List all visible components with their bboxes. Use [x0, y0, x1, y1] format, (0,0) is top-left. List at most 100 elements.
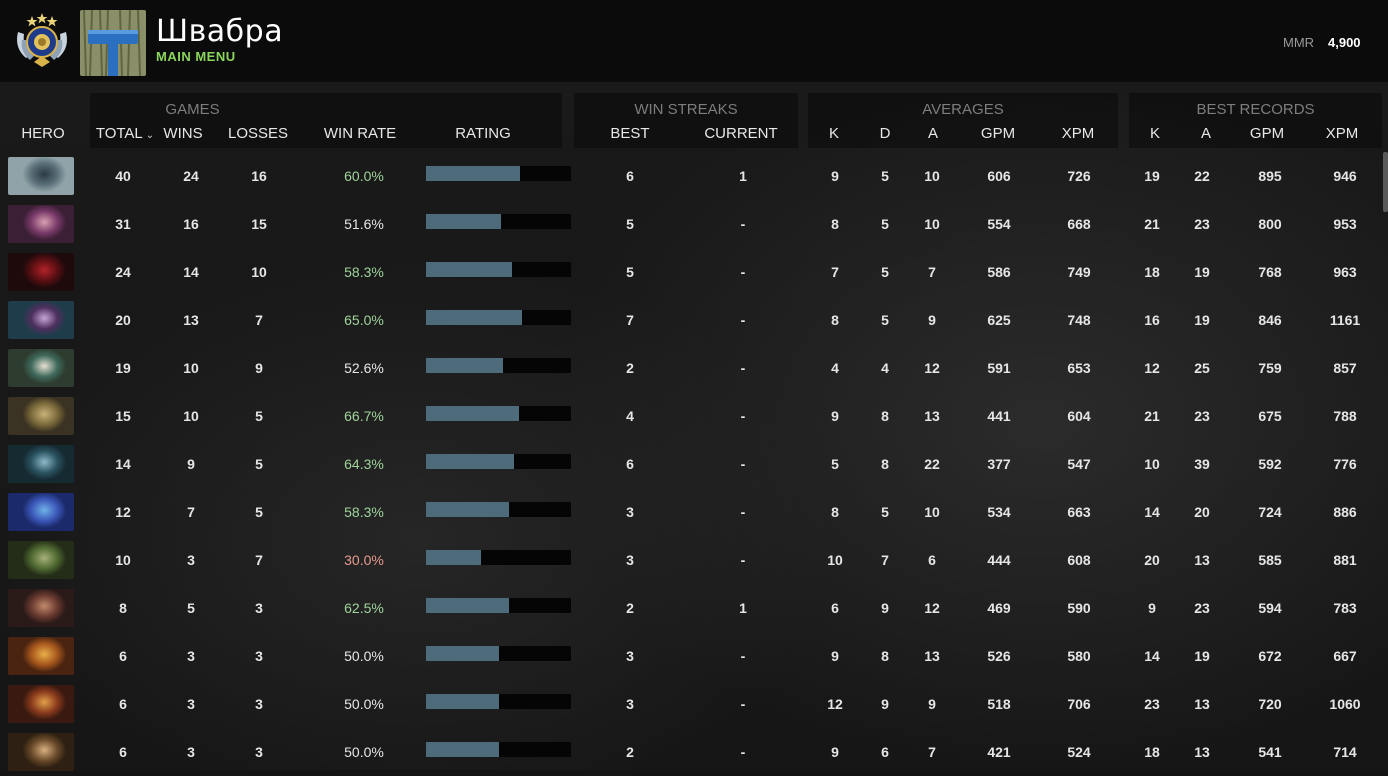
mop-avatar-icon[interactable] — [80, 10, 146, 76]
cell-current: - — [740, 408, 746, 424]
rating-bar-fill — [426, 358, 503, 373]
cell-avg-k: 8 — [831, 216, 839, 232]
cell-avg-xpm: 726 — [1067, 168, 1091, 184]
col-avg-a[interactable]: A — [928, 125, 938, 142]
cell-avg-k: 7 — [831, 264, 839, 280]
cell-rec-gpm: 800 — [1258, 216, 1282, 232]
cell-win-rate: 50.0% — [344, 744, 384, 760]
hero-portrait-7-icon[interactable] — [8, 445, 74, 483]
cell-total: 8 — [119, 600, 127, 616]
cell-win-rate: 30.0% — [344, 552, 384, 568]
cell-rec-xpm: 886 — [1333, 504, 1357, 520]
table-row[interactable]: 15 10 5 66.7% 4 - 9 8 13 441 604 21 23 675 788 — [0, 392, 1380, 440]
cell-rec-gpm: 895 — [1258, 168, 1282, 184]
hero-portrait-1-icon[interactable] — [8, 157, 74, 195]
col-avg-a-label: A — [927, 125, 939, 142]
cell-best: 3 — [626, 696, 634, 712]
col-wins[interactable]: WINS — [163, 125, 202, 142]
cell-avg-a: 12 — [924, 360, 940, 376]
cell-current: - — [740, 504, 746, 520]
hero-portrait-8-icon[interactable] — [8, 493, 74, 531]
cell-rec-xpm: 881 — [1333, 552, 1357, 568]
cell-avg-xpm: 706 — [1067, 696, 1091, 712]
cell-win-rate: 66.7% — [344, 408, 384, 424]
hero-portrait-12-icon[interactable] — [8, 685, 74, 723]
cell-total: 19 — [115, 360, 131, 376]
table-row[interactable]: 8 5 3 62.5% 2 1 6 9 12 469 590 9 23 594 783 — [0, 584, 1380, 632]
cell-current: - — [740, 696, 746, 712]
cell-avg-d: 5 — [881, 264, 889, 280]
hero-portrait-10-icon[interactable] — [8, 589, 74, 627]
cell-avg-d: 5 — [881, 312, 889, 328]
hero-portrait-13-icon[interactable] — [8, 733, 74, 771]
col-total-label: TOTAL — [95, 125, 143, 142]
col-total[interactable]: TOTAL ⌄ — [96, 125, 154, 142]
cell-win-rate: 62.5% — [344, 600, 384, 616]
col-avg-d[interactable]: D — [880, 125, 891, 142]
hero-portrait-2-icon[interactable] — [8, 205, 74, 243]
col-current-streak[interactable]: CURRENT — [704, 125, 777, 142]
cell-wins: 3 — [187, 552, 195, 568]
cell-rec-k: 21 — [1144, 408, 1160, 424]
cell-avg-xpm: 668 — [1067, 216, 1091, 232]
cell-rec-k: 19 — [1144, 168, 1160, 184]
cell-rec-xpm: 953 — [1333, 216, 1357, 232]
cell-current: - — [740, 744, 746, 760]
hero-portrait-11-icon[interactable] — [8, 637, 74, 675]
top-bar: Швабра MAIN MENU MMR 4,900 — [0, 0, 1388, 82]
col-avg-xpm[interactable]: XPM — [1062, 125, 1095, 142]
cell-rec-gpm: 541 — [1258, 744, 1282, 760]
cell-losses: 3 — [255, 600, 263, 616]
table-row[interactable]: 31 16 15 51.6% 5 - 8 5 10 554 668 21 23 800 953 — [0, 200, 1380, 248]
col-rating[interactable]: RATING — [455, 125, 511, 142]
col-avg-gpm[interactable]: GPM — [981, 125, 1015, 142]
col-best-streak[interactable]: BEST — [610, 125, 649, 142]
table-row[interactable]: 12 7 5 58.3% 3 - 8 5 10 534 663 14 20 724 886 — [0, 488, 1380, 536]
cell-avg-a: 13 — [924, 408, 940, 424]
hero-portrait-5-icon[interactable] — [8, 349, 74, 387]
sort-desc-icon: ⌄ — [145, 130, 155, 141]
cell-best: 6 — [626, 168, 634, 184]
table-row[interactable]: 24 14 10 58.3% 5 - 7 5 7 586 749 18 19 768 963 — [0, 248, 1380, 296]
table-row[interactable]: 20 13 7 65.0% 7 - 8 5 9 625 748 16 19 846 1161 — [0, 296, 1380, 344]
cell-rec-gpm: 724 — [1258, 504, 1282, 520]
hero-portrait-9-icon[interactable] — [8, 541, 74, 579]
cell-rec-k: 10 — [1144, 456, 1160, 472]
cell-rec-gpm: 592 — [1258, 456, 1282, 472]
table-row[interactable]: 6 3 3 50.0% 3 - 9 8 13 526 580 14 19 672 667 — [0, 632, 1380, 680]
hero-portrait-6-icon[interactable] — [8, 397, 74, 435]
cell-avg-xpm: 653 — [1067, 360, 1091, 376]
table-row[interactable]: 14 9 5 64.3% 6 - 5 8 22 377 547 10 39 592 776 — [0, 440, 1380, 488]
col-losses[interactable]: LOSSES — [228, 125, 288, 142]
hero-portrait-4-icon[interactable] — [8, 301, 74, 339]
rank-medal-icon — [12, 10, 72, 68]
rating-bar — [426, 214, 571, 229]
cell-rec-k: 12 — [1144, 360, 1160, 376]
cell-avg-k: 9 — [831, 744, 839, 760]
col-avg-d-label: D — [879, 125, 891, 142]
table-row[interactable]: 40 24 16 60.0% 6 1 9 5 10 606 726 19 22 895 946 — [0, 152, 1380, 200]
col-rec-a[interactable]: A — [1201, 125, 1211, 142]
scrollbar-thumb[interactable] — [1383, 152, 1388, 212]
col-rec-gpm[interactable]: GPM — [1250, 125, 1284, 142]
col-rec-k[interactable]: K — [1150, 125, 1160, 142]
col-rec-xpm[interactable]: XPM — [1326, 125, 1359, 142]
table-row[interactable]: 10 3 7 30.0% 3 - 10 7 6 444 608 20 13 585 881 — [0, 536, 1380, 584]
cell-avg-d: 4 — [881, 360, 889, 376]
table-row[interactable]: 6 3 3 50.0% 2 - 9 6 7 421 524 18 13 541 714 — [0, 728, 1380, 776]
cell-rec-gpm: 768 — [1258, 264, 1282, 280]
table-row[interactable]: 6 3 3 50.0% 3 - 12 9 9 518 706 23 13 720 1060 — [0, 680, 1380, 728]
cell-avg-gpm: 518 — [987, 696, 1011, 712]
cell-losses: 15 — [251, 216, 267, 232]
cell-rec-xpm: 946 — [1333, 168, 1357, 184]
table-row[interactable]: 19 10 9 52.6% 2 - 4 4 12 591 653 12 25 759 857 — [0, 344, 1380, 392]
cell-avg-d: 5 — [881, 216, 889, 232]
rating-bar — [426, 694, 571, 709]
col-hero[interactable]: HERO — [21, 125, 64, 142]
col-avg-k[interactable]: K — [829, 125, 839, 142]
cell-avg-k: 4 — [831, 360, 839, 376]
cell-best: 3 — [626, 648, 634, 664]
hero-portrait-3-icon[interactable] — [8, 253, 74, 291]
col-win-rate[interactable]: WIN RATE — [324, 125, 396, 142]
main-menu-link[interactable]: MAIN MENU — [156, 49, 236, 64]
